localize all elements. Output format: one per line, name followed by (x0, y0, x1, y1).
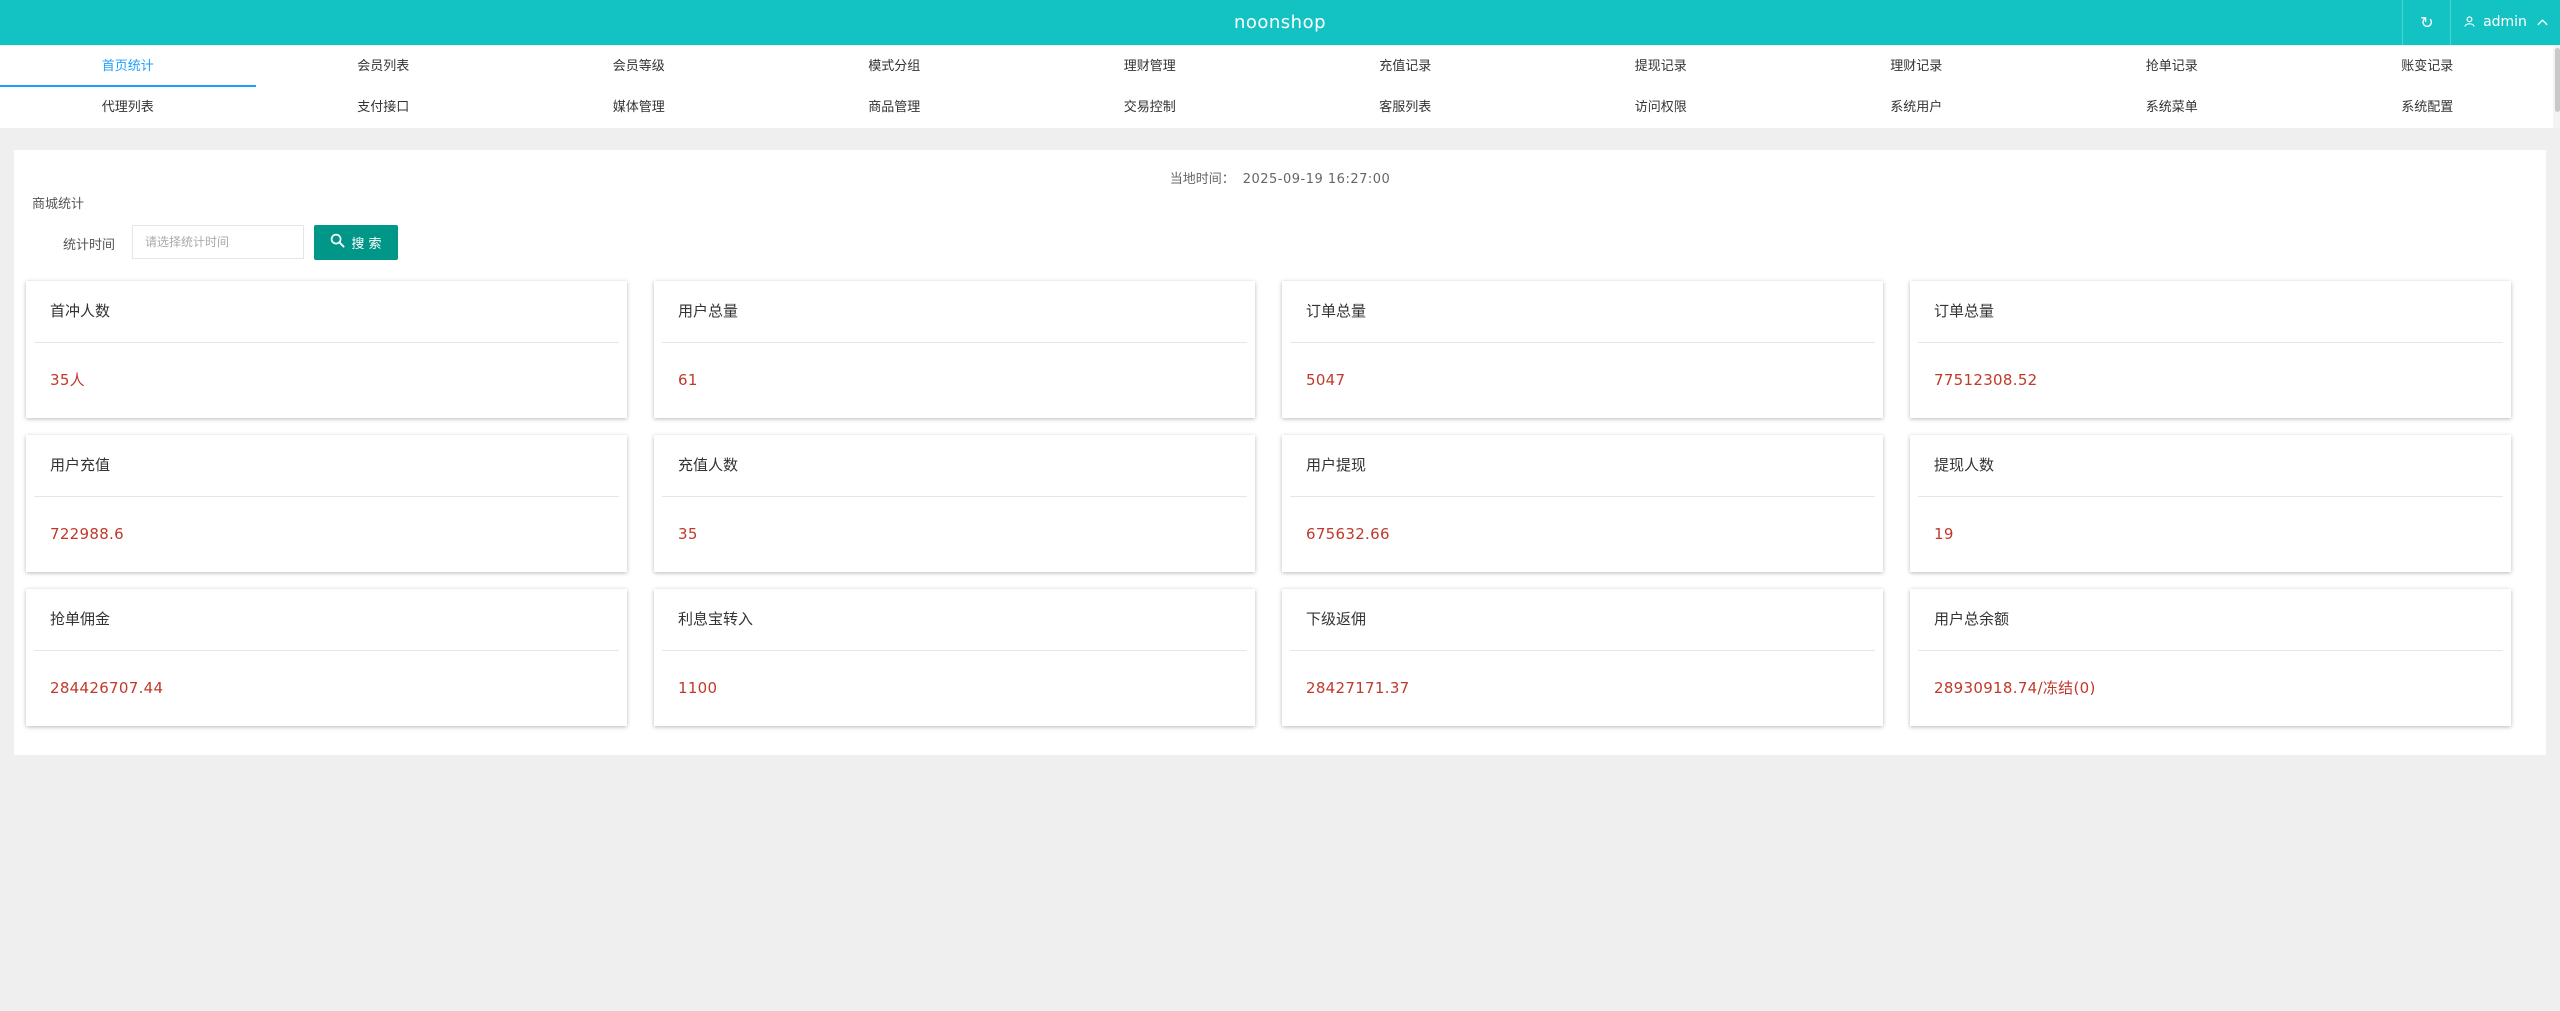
stat-card-value: 77512308.52 (1934, 371, 2038, 389)
stat-time-label: 统计时间 (63, 238, 116, 253)
nav-item-member-list[interactable]: 会员列表 (256, 46, 512, 87)
stat-card-value: 675632.66 (1306, 525, 1390, 543)
stat-card-title: 利息宝转入 (662, 589, 1247, 651)
nav-menu: 首页统计 会员列表 会员等级 模式分组 理财管理 充值记录 提现记录 理财记录 … (0, 46, 2560, 128)
stat-card-value: 1100 (678, 679, 718, 697)
stat-card-value: 722988.6 (50, 525, 124, 543)
stat-card-title: 充值人数 (662, 435, 1247, 497)
nav-item-recharge-records[interactable]: 充值记录 (1278, 46, 1534, 87)
search-button-label: 搜 索 (351, 237, 382, 252)
user-icon (2464, 15, 2479, 29)
stat-card-withdraw-users: 提现人数 19 (1910, 435, 2511, 572)
nav-item-finance-manage[interactable]: 理财管理 (1022, 46, 1278, 87)
stat-card-user-withdraw: 用户提现 675632.66 (1282, 435, 1883, 572)
stat-card-value: 19 (1934, 525, 1954, 543)
nav-item-payment-interface[interactable]: 支付接口 (256, 87, 512, 128)
stat-card-total-user-balance: 用户总余额 28930918.74/冻结(0) (1910, 589, 2511, 726)
stat-card-value: 5047 (1306, 371, 1346, 389)
nav-item-access-permission[interactable]: 访问权限 (1533, 87, 1789, 128)
nav-item-product-manage[interactable]: 商品管理 (767, 87, 1023, 128)
stat-card-value: 284426707.44 (50, 679, 164, 697)
stat-card-title: 订单总量 (1290, 281, 1875, 343)
section-title: 商城统计 (32, 197, 85, 212)
stat-time-input[interactable] (132, 225, 304, 259)
search-button[interactable]: 搜 索 (314, 225, 398, 260)
user-menu[interactable]: admin (2450, 0, 2560, 45)
nav-item-support-list[interactable]: 客服列表 (1278, 87, 1534, 128)
user-name: admin (2483, 14, 2527, 30)
stat-card-value: 61 (678, 371, 698, 389)
refresh-icon: ↻ (2420, 13, 2434, 32)
nav-item-finance-records[interactable]: 理财记录 (1789, 46, 2045, 87)
stat-card-value: 35人 (50, 371, 85, 389)
stat-card-title: 提现人数 (1918, 435, 2503, 497)
local-time: 当地时间： 2025-09-19 16:27:00 (14, 168, 2546, 187)
stat-card-total-order-amount: 订单总量 77512308.52 (1910, 281, 2511, 418)
nav-item-system-config[interactable]: 系统配置 (2300, 87, 2556, 128)
local-time-value: 2025-09-19 16:27:00 (1242, 172, 1391, 187)
app-title: noonshop (1233, 12, 1327, 33)
nav-item-grab-order-records[interactable]: 抢单记录 (2044, 46, 2300, 87)
stats-cards: 首冲人数 35人 用户总量 61 订单总量 5047 订单总量 77512308… (26, 281, 2511, 726)
nav-item-media-manage[interactable]: 媒体管理 (511, 87, 767, 128)
nav-row-1: 首页统计 会员列表 会员等级 模式分组 理财管理 充值记录 提现记录 理财记录 … (0, 46, 2555, 87)
local-time-label: 当地时间： (1169, 172, 1235, 187)
stat-card-grab-commission: 抢单佣金 284426707.44 (26, 589, 627, 726)
stat-card-user-recharge: 用户充值 722988.6 (26, 435, 627, 572)
stat-card-value: 28427171.37 (1306, 679, 1410, 697)
nav-row-2: 代理列表 支付接口 媒体管理 商品管理 交易控制 客服列表 访问权限 系统用户 … (0, 87, 2555, 128)
search-icon (330, 233, 345, 252)
stat-card-title: 订单总量 (1918, 281, 2503, 343)
stat-card-interest-transfer-in: 利息宝转入 1100 (654, 589, 1255, 726)
nav-item-home-stats[interactable]: 首页统计 (0, 46, 256, 87)
stat-card-title: 抢单佣金 (34, 589, 619, 651)
stat-card-first-recharge-users: 首冲人数 35人 (26, 281, 627, 418)
stat-card-total-orders: 订单总量 5047 (1282, 281, 1883, 418)
stat-card-title: 下级返佣 (1290, 589, 1875, 651)
stat-card-title: 首冲人数 (34, 281, 619, 343)
stat-card-title: 用户提现 (1290, 435, 1875, 497)
nav-scrollbar-thumb[interactable] (2555, 48, 2560, 112)
stats-panel: 当地时间： 2025-09-19 16:27:00 商城统计 统计时间 搜 索 首… (14, 150, 2546, 755)
top-header: noonshop ↻ admin (0, 0, 2560, 45)
stat-card-recharge-users: 充值人数 35 (654, 435, 1255, 572)
stat-card-title: 用户充值 (34, 435, 619, 497)
stat-card-value: 35 (678, 525, 698, 543)
stat-card-title: 用户总余额 (1918, 589, 2503, 651)
nav-item-system-menu[interactable]: 系统菜单 (2044, 87, 2300, 128)
nav-item-agent-list[interactable]: 代理列表 (0, 87, 256, 128)
stat-card-total-users: 用户总量 61 (654, 281, 1255, 418)
nav-item-mode-group[interactable]: 模式分组 (767, 46, 1023, 87)
nav-item-member-level[interactable]: 会员等级 (511, 46, 767, 87)
stat-card-subordinate-rebate: 下级返佣 28427171.37 (1282, 589, 1883, 726)
refresh-button[interactable]: ↻ (2402, 0, 2451, 45)
stat-card-value: 28930918.74/冻结(0) (1934, 679, 2096, 697)
nav-item-system-users[interactable]: 系统用户 (1789, 87, 2045, 128)
nav-item-balance-change-records[interactable]: 账变记录 (2300, 46, 2556, 87)
chevron-up-icon (2533, 15, 2548, 29)
nav-item-withdraw-records[interactable]: 提现记录 (1533, 46, 1789, 87)
stat-card-title: 用户总量 (662, 281, 1247, 343)
nav-item-trade-control[interactable]: 交易控制 (1022, 87, 1278, 128)
